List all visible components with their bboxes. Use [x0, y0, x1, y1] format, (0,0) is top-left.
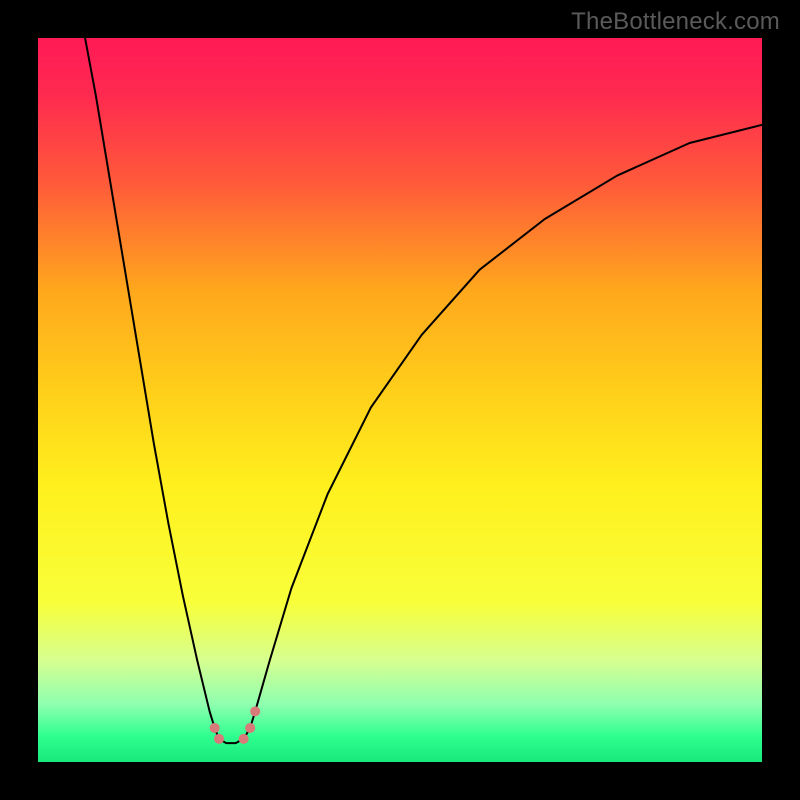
curve-layer [38, 38, 762, 762]
marker-left-upper [210, 723, 220, 733]
watermark-text: TheBottleneck.com [571, 8, 780, 36]
marker-left-lower [214, 734, 224, 744]
markers [210, 706, 261, 744]
marker-right-lower [239, 734, 249, 744]
marker-right-top [250, 706, 260, 716]
plot-area [38, 38, 762, 762]
frame: TheBottleneck.com [0, 0, 800, 800]
marker-right-upper [245, 723, 255, 733]
bottleneck-curve [85, 38, 762, 743]
